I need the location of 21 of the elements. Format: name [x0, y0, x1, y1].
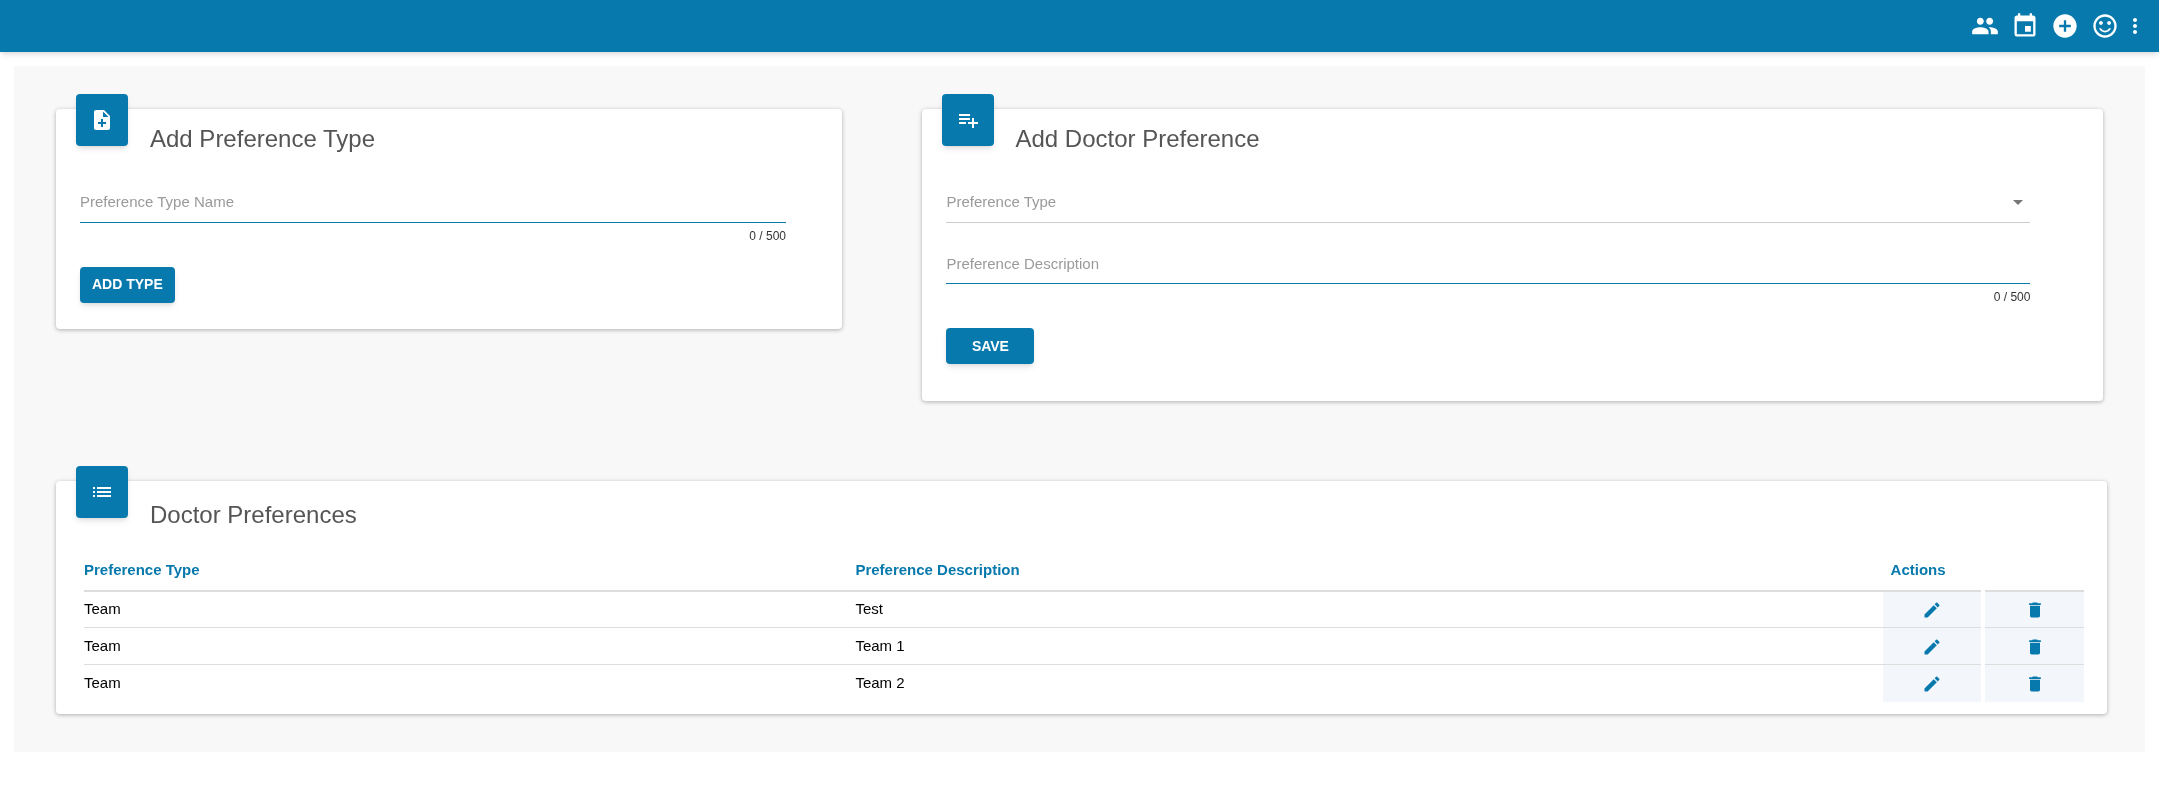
add-type-button[interactable]: ADD TYPE — [80, 266, 175, 303]
column-header: Preference Type — [84, 561, 200, 578]
smiley-face-icon[interactable] — [2091, 12, 2119, 40]
dropdown-caret-icon — [2013, 199, 2024, 205]
text-input-field[interactable]: Preference Type Name — [80, 183, 786, 223]
table-cell: Team 2 — [855, 674, 905, 691]
card-title: Doctor Preferences — [150, 500, 358, 530]
character-counter: 0 / 500 — [749, 227, 786, 245]
column-header: Actions — [1890, 561, 1946, 578]
card-title: Add Preference Type — [150, 124, 377, 154]
table-cell: Team — [84, 600, 121, 617]
column-header: Preference Description — [855, 561, 1020, 578]
table-cell: Team — [84, 636, 121, 654]
table-cell: Team — [84, 674, 121, 691]
character-counter: 0 / 500 — [1993, 289, 2031, 306]
card-title: Add Doctor Preference — [1015, 124, 1261, 154]
table-cell: Test — [855, 600, 883, 617]
preference-type-select[interactable]: Preference Type — [946, 183, 2031, 223]
text-input-field[interactable]: Preference Description — [946, 244, 2031, 284]
table-cell: Team 1 — [855, 636, 905, 654]
save-button[interactable]: SAVE — [946, 328, 1035, 364]
